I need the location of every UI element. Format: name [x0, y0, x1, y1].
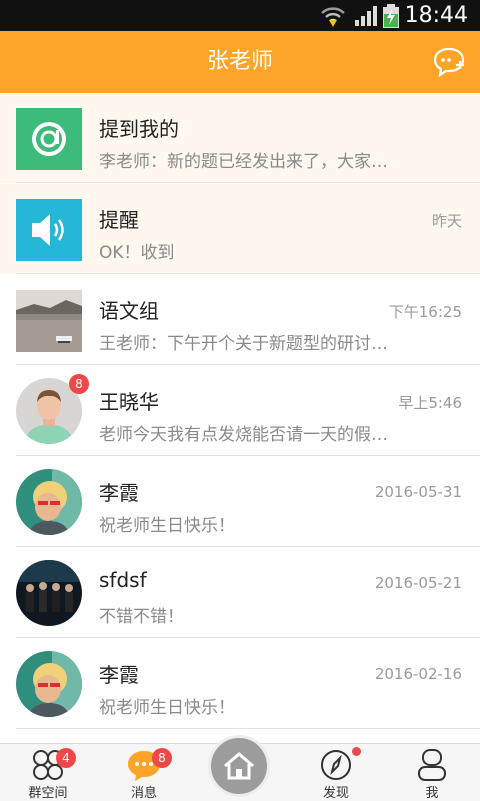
- lake-photo: [16, 290, 82, 352]
- conversation-item-mentions[interactable]: 提到我的 李老师：新的题已经发出来了，大家…: [0, 93, 480, 183]
- home-button[interactable]: [208, 735, 270, 797]
- conversation-item-li-xia-2[interactable]: 李霞 祝老师生日快乐！ 2016-02-16: [0, 639, 480, 729]
- wifi-icon: [321, 7, 345, 27]
- conversation-preview: 老师今天我有点发烧能否请一天的假…: [99, 425, 388, 445]
- conversation-name: 李霞: [99, 481, 139, 505]
- tab-messages[interactable]: 8 消息: [96, 744, 192, 801]
- conversation-preview: OK！收到: [99, 243, 175, 263]
- home-icon: [224, 752, 254, 780]
- blonde-woman-photo: [16, 469, 82, 535]
- profile-icon: [418, 749, 446, 781]
- conversation-name: 语文组: [99, 299, 159, 323]
- conversation-time: 2016-02-16: [374, 665, 462, 683]
- conversation-item-sfdsf[interactable]: sfdsf 不错不错！ 2016-05-21: [0, 548, 480, 638]
- speaker-icon: [16, 199, 82, 261]
- conversation-preview: 祝老师生日快乐！: [99, 516, 235, 536]
- conversation-list: 提到我的 李老师：新的题已经发出来了，大家… 提醒 OK！收到 昨天 语文组 王…: [0, 93, 480, 743]
- conversation-time: 早上5:46: [398, 394, 462, 412]
- conversation-name: 提醒: [99, 208, 139, 232]
- unread-badge: 8: [69, 374, 89, 394]
- conversation-item-chinese-group[interactable]: 语文组 王老师：下午开个关于新题型的研讨… 下午16:25: [0, 275, 480, 365]
- band-photo: [16, 560, 82, 626]
- tab-group-space[interactable]: 4 群空间: [0, 744, 96, 801]
- conversation-time: 2016-05-31: [374, 483, 462, 501]
- battery-charging-icon: [383, 4, 399, 28]
- at-icon: [16, 108, 82, 170]
- conversation-preview: 王老师：下午开个关于新题型的研讨…: [99, 334, 388, 354]
- compass-icon: [321, 750, 351, 780]
- conversation-item-li-xia[interactable]: 李霞 祝老师生日快乐！ 2016-05-31: [0, 457, 480, 547]
- conversation-item-reminder[interactable]: 提醒 OK！收到 昨天: [0, 184, 480, 274]
- new-indicator-dot: [352, 747, 361, 756]
- tab-badge: 4: [56, 748, 76, 768]
- signal-icon: [355, 6, 377, 26]
- app-header: 张老师: [0, 31, 480, 93]
- new-chat-icon[interactable]: [432, 45, 466, 79]
- conversation-name: 李霞: [99, 663, 139, 687]
- clock: 18:44: [404, 3, 468, 28]
- tab-label: 群空间: [28, 786, 68, 801]
- conversation-name: sfdsf: [99, 568, 147, 592]
- page-title: 张老师: [206, 49, 273, 74]
- tab-badge: 8: [152, 748, 172, 768]
- conversation-item-wang-xiaohua[interactable]: 8 王晓华 老师今天我有点发烧能否请一天的假… 早上5:46: [0, 366, 480, 456]
- blonde-woman-photo: [16, 651, 82, 717]
- tab-label: 我: [425, 786, 439, 801]
- conversation-name: 王晓华: [99, 390, 159, 414]
- conversation-time: 下午16:25: [388, 303, 462, 321]
- conversation-time: 昨天: [431, 212, 462, 230]
- conversation-preview: 祝老师生日快乐！: [99, 698, 235, 718]
- tab-label: 消息: [130, 786, 157, 801]
- tab-label: 发现: [322, 786, 349, 801]
- conversation-preview: 不错不错！: [99, 607, 184, 627]
- tab-discover[interactable]: 发现: [288, 744, 384, 801]
- status-bar: 18:44: [0, 0, 480, 31]
- conversation-name: 提到我的: [99, 117, 179, 141]
- conversation-preview: 李老师：新的题已经发出来了，大家…: [99, 152, 388, 172]
- conversation-time: 2016-05-21: [374, 574, 462, 592]
- tab-me[interactable]: 我: [384, 744, 480, 801]
